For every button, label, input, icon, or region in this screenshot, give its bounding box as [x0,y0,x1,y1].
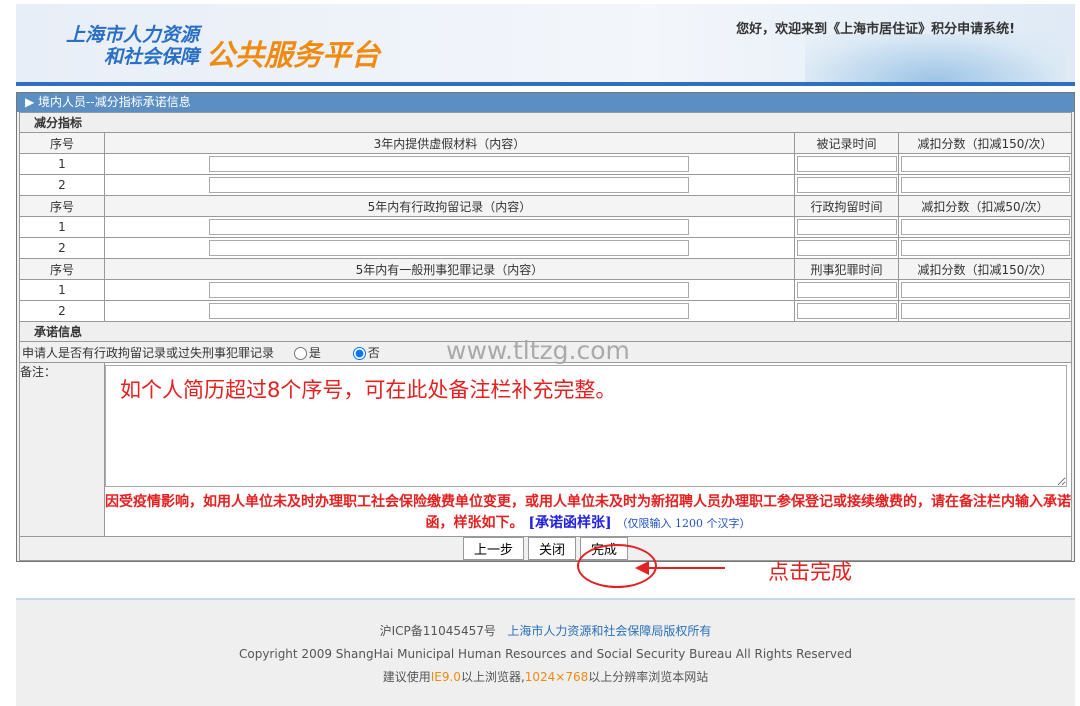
score-input[interactable] [900,177,1070,193]
content-input[interactable] [208,177,689,193]
city-image [805,34,1065,82]
score-input[interactable] [900,240,1070,256]
close-button[interactable]: 关闭 [527,537,576,560]
footer: 沪ICP备11045457号 上海市人力资源和社会保障局版权所有 Copyrig… [16,598,1075,706]
logo-line1: 上海市人力资源 [65,24,199,46]
annotation-text: 点击完成 [768,560,852,584]
seq-header: 序号 [19,195,105,217]
watermark: www.tltzg.com [446,336,630,365]
content-input[interactable] [208,303,689,319]
logo-text: 上海市人力资源 和社会保障 [64,24,199,68]
radio-yes[interactable]: 是 [293,346,321,360]
time-input[interactable] [796,156,897,172]
score-input[interactable] [900,156,1070,172]
note-textarea[interactable]: 如个人简历超过8个序号，可在此处备注栏补充完整。 [105,365,1067,487]
score-input[interactable] [900,282,1070,298]
warning-text: 因受疫情影响，如用人单位未及时办理职工社会保险缴费单位变更，或用人单位未及时为新… [105,494,1071,531]
copyright: Copyright 2009 ShangHai Municipal Human … [238,647,852,661]
triangle-icon: ▶ [25,95,39,109]
arrowhead-icon [635,561,649,575]
section-deduction: 减分指标 [19,112,1072,133]
time-input[interactable] [796,177,897,193]
owner-link[interactable]: 上海市人力资源和社会保障局版权所有 [507,624,711,638]
seq-cell: 1 [19,216,105,238]
arrow-icon [645,567,725,569]
logo-line2: 和社会保障 [103,46,199,68]
seq-header: 序号 [19,258,105,280]
logo-main: 公共服务平台 [206,38,381,72]
score-header: 减扣分数（扣减150/次） [898,258,1072,280]
seq-header: 序号 [19,132,105,154]
seq-cell: 2 [19,237,105,259]
table-row: 1 [19,216,1072,238]
panel-title-text: 境内人员--减分指标承诺信息 [38,95,191,109]
prev-button[interactable]: 上一步 [462,537,524,560]
time-header: 刑事犯罪时间 [794,258,899,280]
table-row: 2 [19,237,1072,259]
form-panel: ▶ 境内人员--减分指标承诺信息 减分指标 序号 3年内提供虚假材料（内容） 被记录… [16,92,1075,562]
content-input[interactable] [208,219,689,235]
table-row: 1 [19,279,1072,301]
content-header: 5年内有行政拘留记录（内容） [104,195,795,217]
content-input[interactable] [208,156,689,172]
note-label: 备注： [19,362,105,537]
table-row: 2 [19,174,1072,196]
content-header: 3年内提供虚假材料（内容） [104,132,795,154]
table-row: 1 [19,153,1072,175]
seq-cell: 2 [19,300,105,322]
seq-cell: 2 [19,174,105,196]
question-label: 申请人是否有行政拘留记录或过失刑事犯罪记录 [22,345,275,360]
time-input[interactable] [796,282,897,298]
content-input[interactable] [208,240,689,256]
content-input[interactable] [208,282,689,298]
site-header: 上海市人力资源 和社会保障 公共服务平台 您好，欢迎来到《上海市居住证》积分申请系… [16,4,1075,86]
score-input[interactable] [900,219,1070,235]
score-input[interactable] [900,303,1070,319]
sample-link[interactable]: [承诺函样张] [528,515,611,531]
seq-cell: 1 [19,279,105,301]
radio-no[interactable]: 否 [352,346,380,360]
panel-title: ▶ 境内人员--减分指标承诺信息 [17,93,1074,112]
time-input[interactable] [796,219,897,235]
time-header: 行政拘留时间 [794,195,899,217]
time-header: 被记录时间 [794,132,899,154]
content-header: 5年内有一般刑事犯罪记录（内容） [104,258,795,280]
time-input[interactable] [796,240,897,256]
welcome-text: 您好，欢迎来到《上海市居住证》积分申请系统! [736,22,1015,37]
time-input[interactable] [796,303,897,319]
score-header: 减扣分数（扣减150/次） [898,132,1072,154]
browser-hint: 建议使用IE9.0以上浏览器,1024×768以上分辨率浏览本网站 [382,670,709,684]
limit-text: （仅限输入 1200 个汉字） [616,517,751,530]
seq-cell: 1 [19,153,105,175]
icp-text: 沪ICP备11045457号 [379,624,496,638]
score-header: 减扣分数（扣减50/次） [898,195,1072,217]
table-row: 2 [19,300,1072,322]
